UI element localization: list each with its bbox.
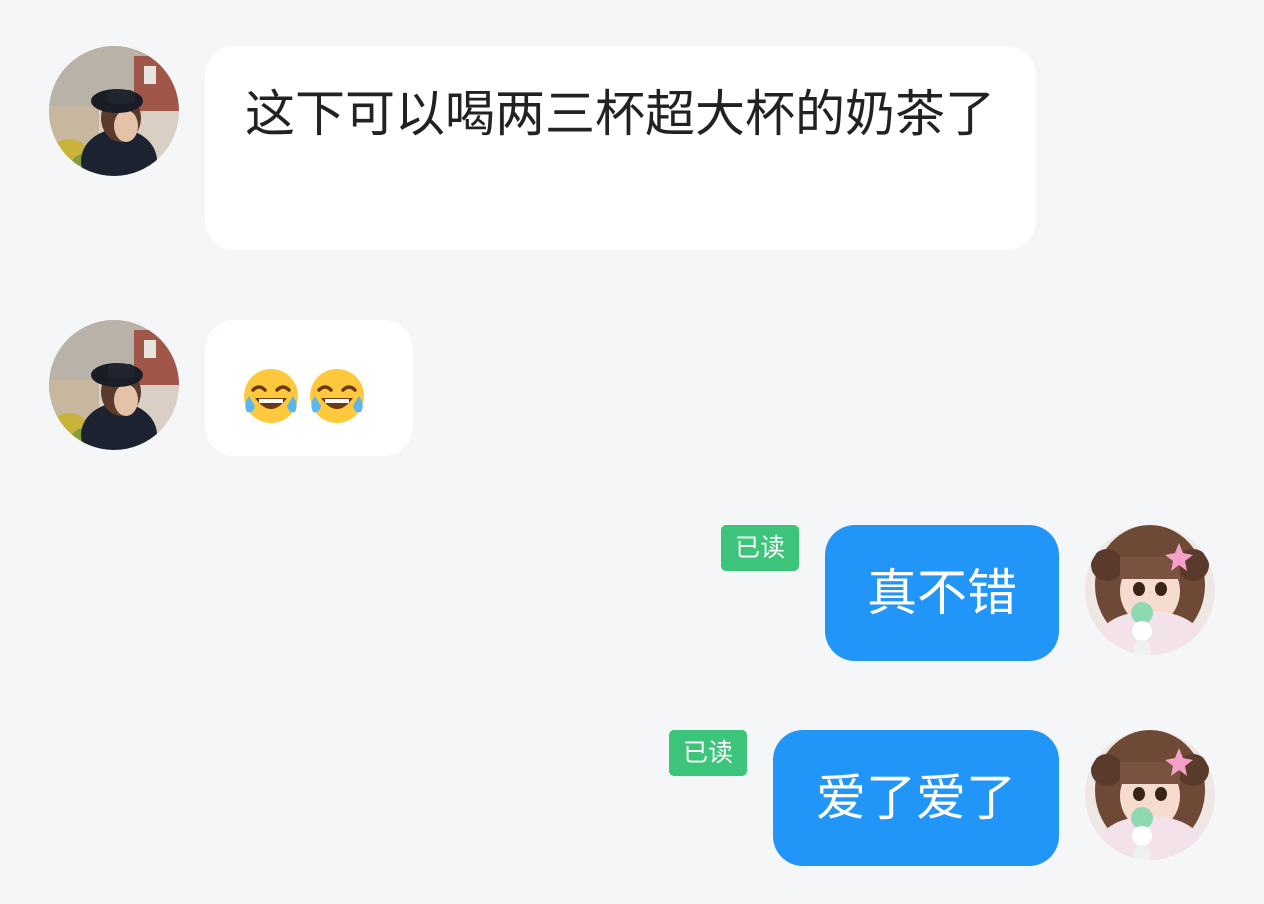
outgoing-message-bubble[interactable]: 真不错 <box>825 525 1059 661</box>
incoming-message-bubble[interactable] <box>205 320 413 456</box>
read-status-badge: 已读 <box>669 730 747 776</box>
my-avatar[interactable] <box>1085 730 1215 860</box>
contact-avatar[interactable] <box>49 46 179 176</box>
message-text: 这下可以喝两三杯超大杯的奶茶了 <box>245 85 995 143</box>
message-text: 真不错 <box>867 564 1017 622</box>
contact-avatar[interactable] <box>49 320 179 450</box>
incoming-message-bubble[interactable]: 这下可以喝两三杯超大杯的奶茶了 <box>205 46 1036 250</box>
read-status-badge: 已读 <box>721 525 799 571</box>
outgoing-message-bubble[interactable]: 爱了爱了 <box>773 730 1059 866</box>
face-with-tears-of-joy-icon <box>241 366 301 426</box>
my-avatar[interactable] <box>1085 525 1215 655</box>
message-text: 爱了爱了 <box>816 769 1016 827</box>
face-with-tears-of-joy-icon <box>307 366 367 426</box>
